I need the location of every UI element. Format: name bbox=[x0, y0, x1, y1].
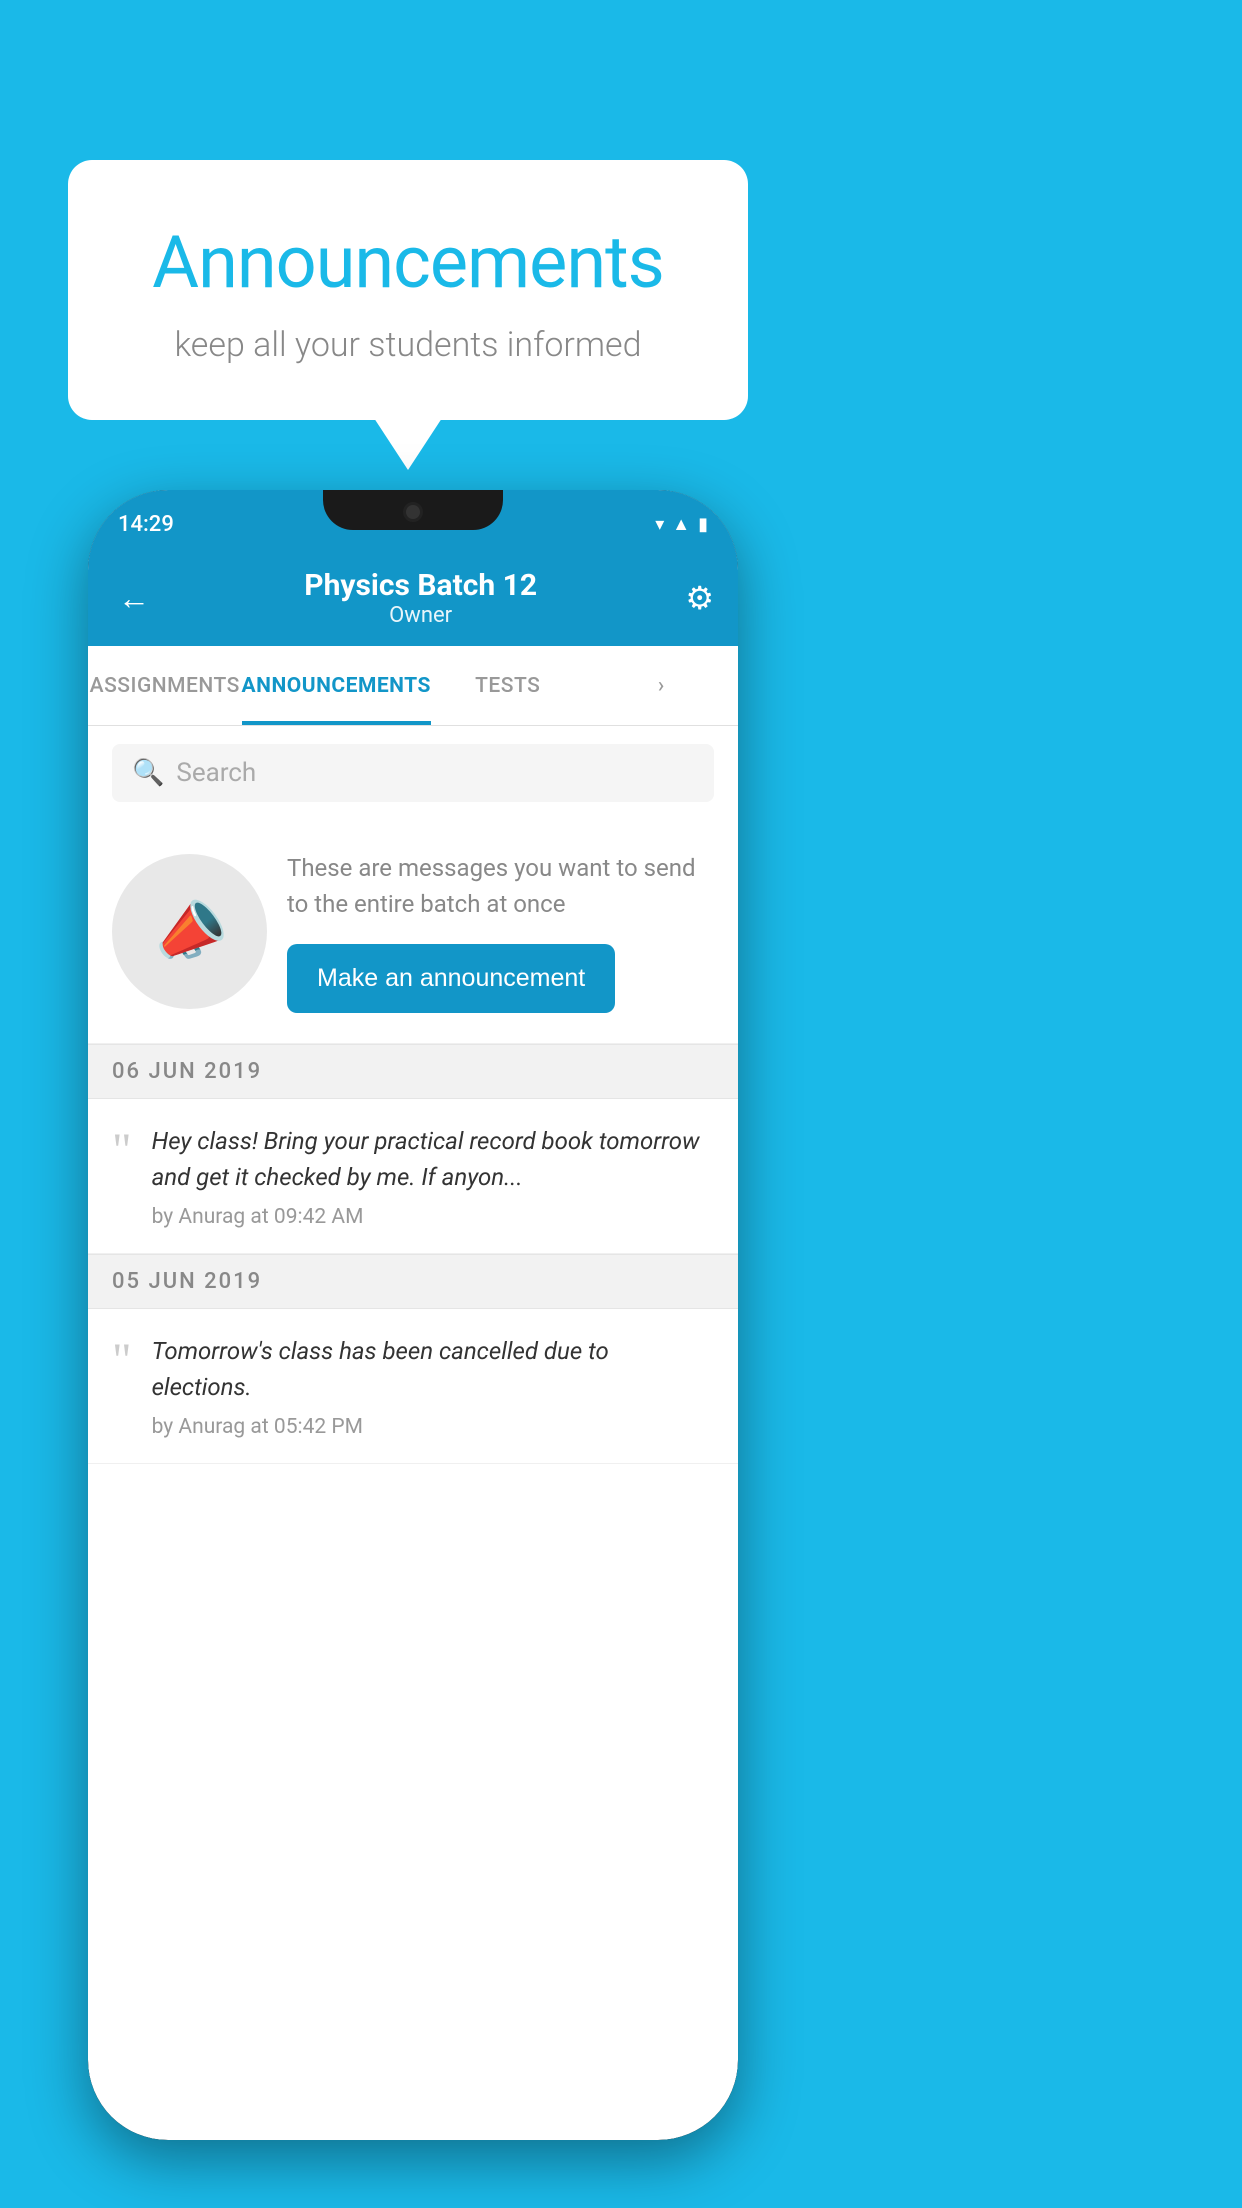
status-time: 14:29 bbox=[118, 512, 174, 537]
search-icon: 🔍 bbox=[132, 758, 164, 788]
settings-button[interactable]: ⚙ bbox=[685, 579, 714, 617]
megaphone-circle: 📣 bbox=[112, 854, 267, 1009]
back-button[interactable]: ← bbox=[112, 573, 156, 623]
phone-screen: 14:29 ▾ ▲ ▮ ← Physics Batch 12 Owner ⚙ bbox=[88, 490, 738, 2140]
announcement-item-1[interactable]: " Hey class! Bring your practical record… bbox=[88, 1099, 738, 1254]
tab-announcements[interactable]: ANNOUNCEMENTS bbox=[242, 646, 431, 725]
date-section-1: 06 JUN 2019 bbox=[88, 1044, 738, 1099]
phone-frame: 14:29 ▾ ▲ ▮ ← Physics Batch 12 Owner ⚙ bbox=[88, 490, 738, 2140]
wifi-icon: ▾ bbox=[655, 514, 664, 535]
announcement-meta-2: by Anurag at 05:42 PM bbox=[152, 1415, 714, 1439]
announcement-item-2[interactable]: " Tomorrow's class has been cancelled du… bbox=[88, 1309, 738, 1464]
speech-bubble-container: Announcements keep all your students inf… bbox=[68, 160, 748, 420]
quote-icon-2: " bbox=[112, 1337, 132, 1385]
batch-title: Physics Batch 12 bbox=[156, 568, 685, 603]
battery-icon: ▮ bbox=[698, 514, 708, 535]
speech-bubble-subtitle: keep all your students informed bbox=[118, 325, 698, 365]
phone-container: 14:29 ▾ ▲ ▮ ← Physics Batch 12 Owner ⚙ bbox=[88, 490, 738, 2140]
tab-more[interactable]: › bbox=[584, 646, 738, 725]
megaphone-icon: 📣 bbox=[144, 888, 235, 976]
date-label-1: 06 JUN 2019 bbox=[112, 1059, 262, 1084]
tab-assignments[interactable]: ASSIGNMENTS bbox=[88, 646, 242, 725]
announcement-promo: 📣 These are messages you want to send to… bbox=[88, 820, 738, 1044]
batch-role: Owner bbox=[156, 603, 685, 628]
quote-icon-1: " bbox=[112, 1127, 132, 1175]
status-icons: ▾ ▲ ▮ bbox=[655, 514, 708, 535]
speech-bubble: Announcements keep all your students inf… bbox=[68, 160, 748, 420]
search-bar: 🔍 Search bbox=[88, 726, 738, 820]
header-title-block: Physics Batch 12 Owner bbox=[156, 568, 685, 628]
announcement-message-2: Tomorrow's class has been cancelled due … bbox=[152, 1333, 714, 1405]
tab-tests[interactable]: TESTS bbox=[431, 646, 585, 725]
phone-notch bbox=[323, 490, 503, 530]
announcement-text-1: Hey class! Bring your practical record b… bbox=[152, 1123, 714, 1229]
search-input-wrapper[interactable]: 🔍 Search bbox=[112, 744, 714, 802]
promo-description: These are messages you want to send to t… bbox=[287, 850, 714, 922]
search-placeholder: Search bbox=[176, 758, 256, 788]
signal-icon: ▲ bbox=[672, 514, 690, 535]
make-announcement-button[interactable]: Make an announcement bbox=[287, 944, 615, 1013]
app-header: ← Physics Batch 12 Owner ⚙ bbox=[88, 550, 738, 646]
date-section-2: 05 JUN 2019 bbox=[88, 1254, 738, 1309]
front-camera bbox=[403, 502, 423, 522]
tabs-bar: ASSIGNMENTS ANNOUNCEMENTS TESTS › bbox=[88, 646, 738, 726]
announcement-meta-1: by Anurag at 09:42 AM bbox=[152, 1205, 714, 1229]
announcement-message-1: Hey class! Bring your practical record b… bbox=[152, 1123, 714, 1195]
announcement-text-2: Tomorrow's class has been cancelled due … bbox=[152, 1333, 714, 1439]
promo-right: These are messages you want to send to t… bbox=[287, 850, 714, 1013]
date-label-2: 05 JUN 2019 bbox=[112, 1269, 262, 1294]
speech-bubble-title: Announcements bbox=[118, 220, 698, 305]
